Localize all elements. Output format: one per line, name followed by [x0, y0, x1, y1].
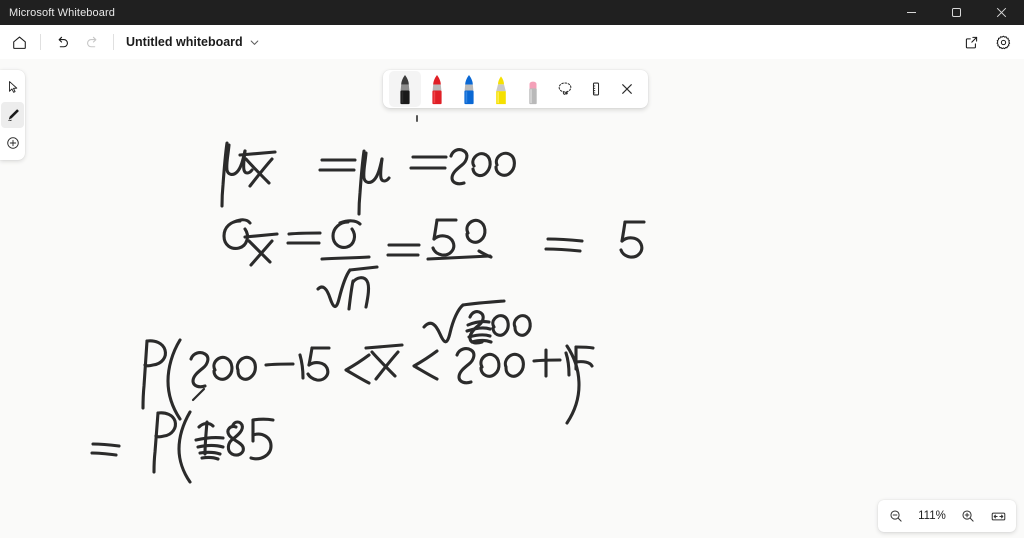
whiteboard-app: Microsoft Whiteboard Untitled whiteboard… — [0, 0, 1024, 538]
settings-gear-icon[interactable] — [988, 28, 1018, 56]
maximize-button[interactable] — [934, 0, 979, 25]
close-toolbar-icon[interactable] — [611, 74, 642, 104]
highlighter-yellow[interactable] — [485, 71, 517, 107]
divider — [40, 34, 41, 50]
zoom-level-label[interactable]: 111% — [911, 510, 953, 522]
sidebar-item-insert[interactable] — [1, 130, 24, 156]
divider — [113, 34, 114, 50]
zoom-controls: 111% — [878, 500, 1016, 532]
home-button[interactable] — [4, 28, 34, 56]
whiteboard-canvas[interactable]: 111% — [0, 59, 1024, 538]
document-title-text: Untitled whiteboard — [126, 35, 243, 49]
ink-strokes — [90, 141, 646, 484]
sidebar-item-pen[interactable] — [1, 102, 24, 128]
share-button[interactable] — [956, 28, 986, 56]
undo-button[interactable] — [47, 28, 77, 56]
command-bar-right — [956, 25, 1018, 59]
pen-red[interactable] — [421, 71, 453, 107]
redo-button[interactable] — [77, 28, 107, 56]
chevron-down-icon — [249, 37, 260, 48]
pen-blue[interactable] — [453, 71, 485, 107]
zoom-in-button[interactable] — [953, 502, 983, 530]
eraser[interactable] — [517, 71, 549, 107]
command-bar-left: Untitled whiteboard — [0, 28, 266, 56]
window-title: Microsoft Whiteboard — [9, 6, 115, 19]
sidebar-item-select[interactable] — [1, 74, 24, 100]
zoom-out-button[interactable] — [881, 502, 911, 530]
document-title-menu[interactable]: Untitled whiteboard — [120, 32, 266, 52]
tool-rail — [0, 70, 25, 160]
title-bar: Microsoft Whiteboard — [0, 0, 1024, 25]
stray-ink-mark — [416, 115, 418, 122]
command-bar: Untitled whiteboard — [0, 25, 1024, 60]
ruler-icon[interactable] — [580, 74, 611, 104]
minimize-button[interactable] — [889, 0, 934, 25]
lasso-select-icon[interactable] — [549, 74, 580, 104]
fit-to-screen-button[interactable] — [983, 502, 1013, 530]
close-button[interactable] — [979, 0, 1024, 25]
window-controls — [889, 0, 1024, 25]
pen-black[interactable] — [389, 71, 421, 107]
pen-toolbar — [383, 70, 648, 108]
